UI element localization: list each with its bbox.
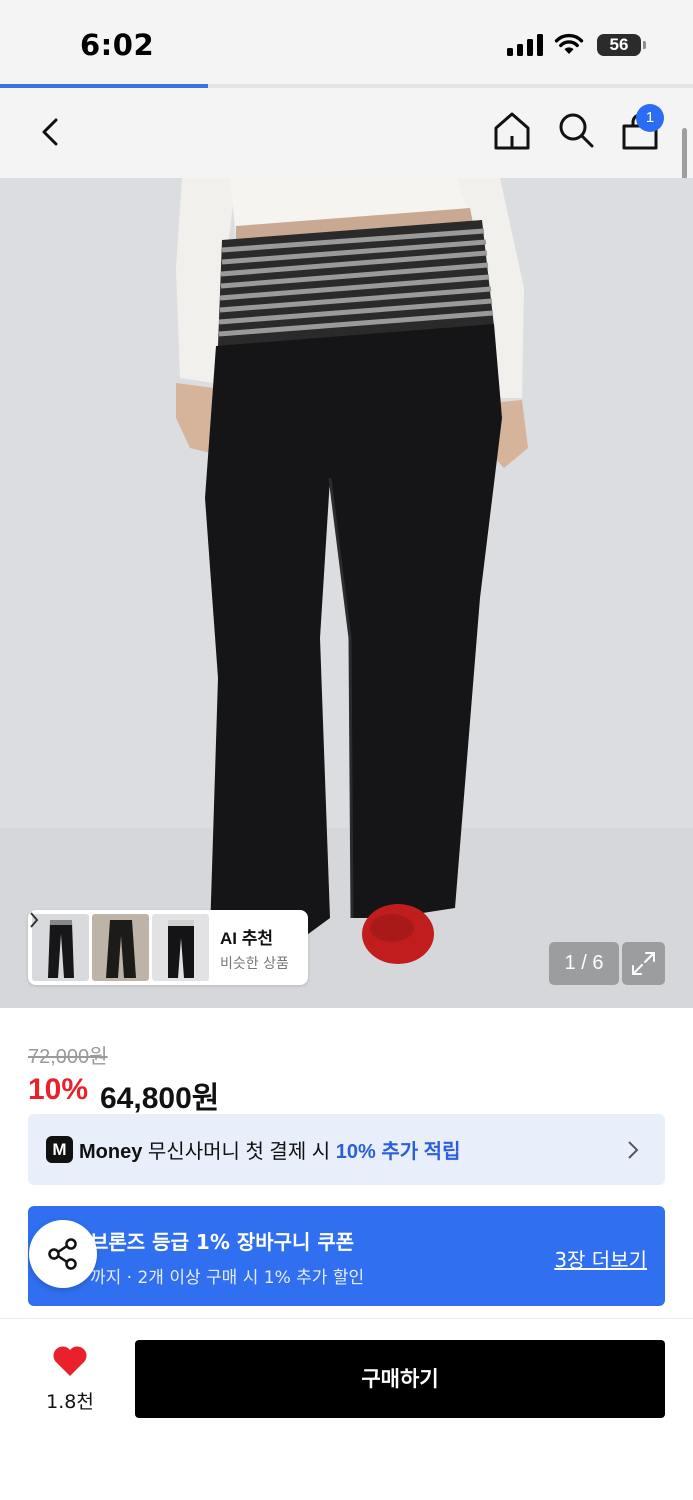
ai-thumbnail-3[interactable] bbox=[152, 914, 209, 981]
chevron-right-icon bbox=[628, 1141, 639, 1159]
final-price: 64,800원 bbox=[100, 1082, 220, 1115]
money-highlight: 10% 추가 적립 bbox=[335, 1141, 461, 1163]
money-banner-text: Money 무신사머니 첫 결제 시 10% 추가 적립 bbox=[79, 1135, 460, 1164]
original-price: 72,000원 bbox=[28, 1046, 108, 1068]
nav-bar: 1 bbox=[0, 88, 693, 178]
home-icon[interactable] bbox=[492, 110, 532, 152]
cellular-signal-icon bbox=[507, 34, 543, 56]
chevron-right-icon bbox=[30, 912, 39, 928]
product-image-gallery[interactable]: AI 추천 비슷한 상품 1 / 6 bbox=[0, 178, 693, 1008]
bottom-action-bar: 1.8천 구매하기 bbox=[0, 1318, 693, 1500]
money-brand: Money bbox=[79, 1141, 143, 1163]
status-bar: 6:02 56 bbox=[0, 0, 693, 84]
battery-icon: 56 bbox=[597, 34, 646, 56]
share-button[interactable] bbox=[29, 1220, 97, 1288]
ai-recommend-subtitle: 비슷한 상품 bbox=[220, 956, 289, 972]
back-icon[interactable] bbox=[34, 112, 70, 152]
buy-button[interactable]: 구매하기 bbox=[135, 1340, 665, 1418]
like-count: 1.8천 bbox=[46, 1391, 94, 1413]
coupon-more-link[interactable]: 3장 더보기 bbox=[554, 1244, 647, 1273]
musinsa-money-banner[interactable]: M Money 무신사머니 첫 결제 시 10% 추가 적립 bbox=[28, 1114, 665, 1185]
coupon-subtitle: 까지 · 2개 이상 구매 시 1% 추가 할인 bbox=[90, 1268, 365, 1288]
ai-thumbnail-1[interactable] bbox=[32, 914, 89, 981]
money-logo: M bbox=[46, 1136, 73, 1163]
status-time: 6:02 bbox=[80, 28, 155, 62]
expand-icon bbox=[632, 952, 655, 975]
ai-recommend-title: AI 추천 bbox=[220, 929, 274, 948]
search-icon[interactable] bbox=[556, 110, 596, 152]
cart-count-badge: 1 bbox=[636, 104, 664, 132]
fullscreen-button[interactable] bbox=[622, 942, 665, 985]
ai-recommend-card[interactable]: AI 추천 비슷한 상품 bbox=[28, 910, 308, 985]
heart-icon[interactable] bbox=[52, 1345, 88, 1377]
coupon-title: 브론즈 등급 1% 장바구니 쿠폰 bbox=[90, 1230, 355, 1254]
discount-rate: 10% bbox=[28, 1073, 89, 1106]
share-icon bbox=[48, 1238, 77, 1270]
product-photo bbox=[0, 178, 693, 1008]
image-counter: 1 / 6 bbox=[549, 942, 619, 985]
wifi-icon bbox=[554, 33, 584, 54]
ai-thumbnail-2[interactable] bbox=[92, 914, 149, 981]
coupon-banner[interactable]: 브론즈 등급 1% 장바구니 쿠폰 까지 · 2개 이상 구매 시 1% 추가 … bbox=[28, 1206, 665, 1306]
money-description: 무신사머니 첫 결제 시 bbox=[142, 1141, 336, 1163]
